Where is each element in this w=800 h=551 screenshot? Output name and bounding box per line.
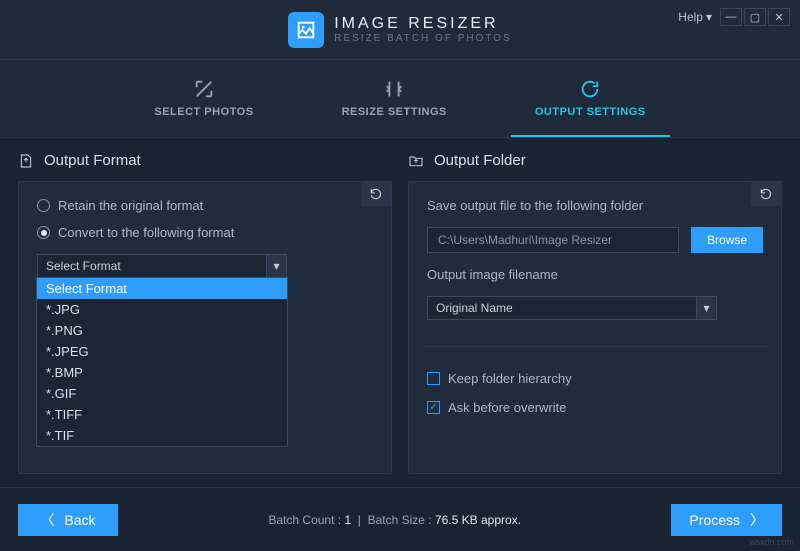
format-select-wrapper: Select Format ▾ Select Format *.JPG *.PN… [37, 254, 287, 278]
checkbox-icon [427, 372, 440, 385]
chevron-left-icon: 〈 [40, 510, 54, 530]
folder-path-input[interactable]: C:\Users\Madhuri\Image Resizer [427, 227, 679, 253]
output-folder-panel: Save output file to the following folder… [408, 181, 782, 474]
output-format-panel: Retain the original format Convert to th… [18, 181, 392, 474]
format-option[interactable]: *.TIF [37, 425, 287, 446]
main-tabs: SELECT PHOTOS RESIZE SETTINGS OUTPUT SET… [0, 60, 800, 138]
checkbox-label: Ask before overwrite [448, 400, 567, 415]
app-header: IMAGE RESIZER RESIZE BATCH OF PHOTOS Hel… [0, 0, 800, 60]
button-label: Process [689, 512, 740, 528]
refresh-icon [579, 78, 601, 100]
undo-icon [759, 187, 773, 201]
batch-size-value: 76.5 KB approx. [435, 513, 521, 527]
batch-info: Batch Count : 1 | Batch Size : 76.5 KB a… [118, 513, 671, 527]
format-select[interactable]: Select Format ▾ [37, 254, 287, 278]
batch-count-value: 1 [344, 513, 351, 527]
radio-label: Retain the original format [58, 198, 203, 213]
chevron-down-icon: ▾ [266, 255, 286, 277]
format-option[interactable]: *.JPG [37, 299, 287, 320]
export-icon [18, 153, 34, 169]
output-format-heading: Output Format [18, 152, 392, 169]
help-menu[interactable]: Help ▾ [678, 10, 712, 24]
browse-button[interactable]: Browse [691, 227, 763, 253]
tab-output-settings[interactable]: OUTPUT SETTINGS [511, 60, 670, 137]
radio-retain-original[interactable]: Retain the original format [37, 198, 373, 213]
app-logo-icon [288, 12, 324, 48]
format-option[interactable]: *.PNG [37, 320, 287, 341]
section-title: Output Format [44, 152, 141, 169]
folder-path-row: C:\Users\Madhuri\Image Resizer Browse [427, 227, 763, 253]
maximize-button[interactable]: ▢ [744, 8, 766, 26]
brand-text: IMAGE RESIZER RESIZE BATCH OF PHOTOS [334, 15, 512, 44]
filename-select-wrapper: Original Name ▾ [427, 296, 717, 320]
format-option[interactable]: Select Format [37, 278, 287, 299]
filename-select[interactable]: Original Name ▾ [427, 296, 717, 320]
button-label: Back [64, 512, 95, 528]
undo-icon [369, 187, 383, 201]
filename-label: Output image filename [427, 267, 763, 282]
checkbox-label: Keep folder hierarchy [448, 371, 572, 386]
expand-arrows-icon [193, 78, 215, 100]
section-title: Output Folder [434, 152, 526, 169]
folder-export-icon [408, 153, 424, 169]
footer-bar: 〈 Back Batch Count : 1 | Batch Size : 76… [0, 487, 800, 551]
select-value: Select Format [46, 259, 121, 273]
tab-label: OUTPUT SETTINGS [535, 106, 646, 118]
keep-hierarchy-checkbox[interactable]: Keep folder hierarchy [427, 371, 763, 386]
resize-icon [383, 78, 405, 100]
format-dropdown: Select Format *.JPG *.PNG *.JPEG *.BMP *… [36, 277, 288, 447]
format-option[interactable]: *.GIF [37, 383, 287, 404]
chevron-down-icon: ▾ [706, 10, 712, 24]
header-controls: Help ▾ — ▢ ✕ [678, 8, 790, 26]
process-button[interactable]: Process 〉 [671, 504, 782, 536]
help-label: Help [678, 10, 703, 24]
chevron-right-icon: 〉 [750, 510, 764, 530]
radio-icon [37, 226, 50, 239]
divider [423, 346, 767, 347]
tab-resize-settings[interactable]: RESIZE SETTINGS [318, 60, 471, 137]
tab-select-photos[interactable]: SELECT PHOTOS [130, 60, 277, 137]
output-folder-column: Output Folder Save output file to the fo… [408, 152, 782, 474]
radio-label: Convert to the following format [58, 225, 234, 240]
reset-folder-button[interactable] [751, 182, 781, 206]
app-subtitle: RESIZE BATCH OF PHOTOS [334, 33, 512, 44]
main-content: Output Format Retain the original format… [0, 138, 800, 484]
format-option[interactable]: *.TIFF [37, 404, 287, 425]
chevron-down-icon: ▾ [696, 297, 716, 319]
format-option[interactable]: *.JPEG [37, 341, 287, 362]
batch-size-label: Batch Size : [368, 513, 432, 527]
radio-icon [37, 199, 50, 212]
back-button[interactable]: 〈 Back [18, 504, 118, 536]
batch-count-label: Batch Count : [268, 513, 341, 527]
close-button[interactable]: ✕ [768, 8, 790, 26]
output-folder-heading: Output Folder [408, 152, 782, 169]
minimize-button[interactable]: — [720, 8, 742, 26]
tab-label: RESIZE SETTINGS [342, 106, 447, 118]
ask-overwrite-checkbox[interactable]: Ask before overwrite [427, 400, 763, 415]
checkbox-icon [427, 401, 440, 414]
output-format-column: Output Format Retain the original format… [18, 152, 392, 474]
reset-format-button[interactable] [361, 182, 391, 206]
app-brand: IMAGE RESIZER RESIZE BATCH OF PHOTOS [288, 12, 512, 48]
format-option[interactable]: *.BMP [37, 362, 287, 383]
tab-label: SELECT PHOTOS [154, 106, 253, 118]
radio-convert-format[interactable]: Convert to the following format [37, 225, 373, 240]
save-folder-label: Save output file to the following folder [427, 198, 763, 213]
select-value: Original Name [436, 301, 513, 315]
app-title: IMAGE RESIZER [334, 15, 512, 33]
